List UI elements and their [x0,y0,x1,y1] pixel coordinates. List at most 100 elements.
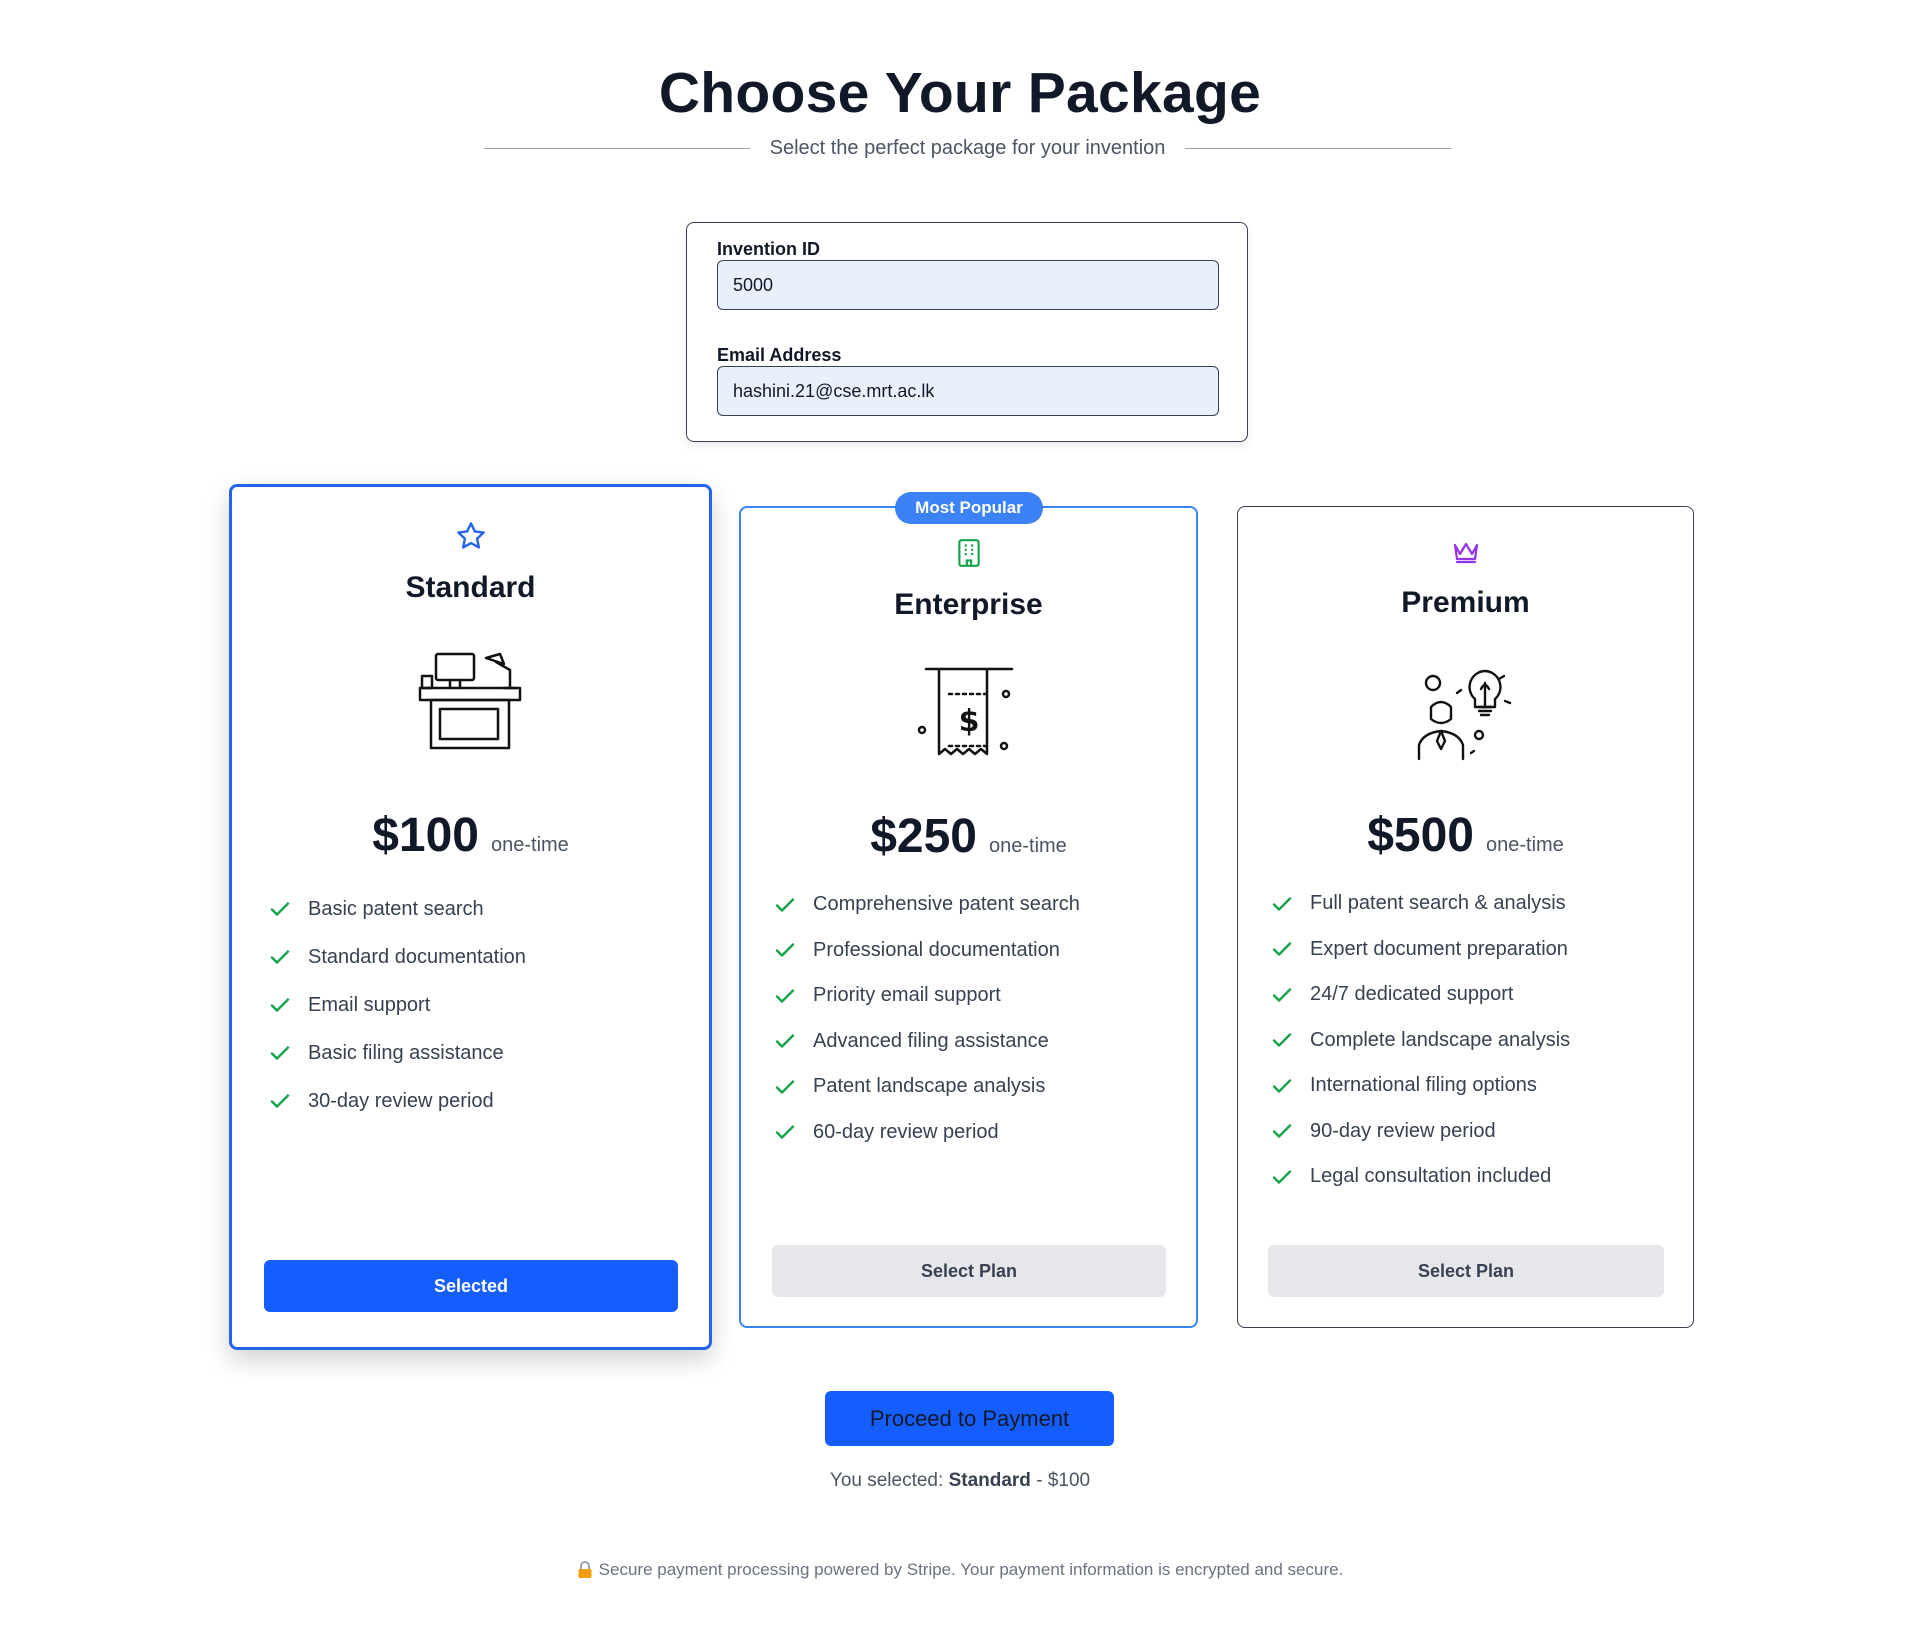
list-item: 24/7 dedicated support [1270,972,1570,1018]
summary-plan: Standard [948,1470,1031,1491]
check-icon [1272,1170,1292,1184]
list-item: Basic patent search [268,885,526,933]
list-item: Full patent search & analysis [1270,881,1570,927]
list-item: International filing options [1270,1063,1570,1109]
most-popular-badge: Most Popular [895,492,1043,524]
check-icon [1272,1079,1292,1093]
feature-text: 60-day review period [813,1120,999,1143]
feature-text: Advanced filing assistance [813,1029,1049,1052]
email-input[interactable] [717,366,1219,416]
select-plan-button[interactable]: Select Plan [772,1245,1166,1297]
plan-name: Enterprise [894,588,1043,621]
list-item: 60-day review period [773,1110,1080,1156]
page-title: Choose Your Package [658,61,1262,125]
plan-name: Premium [1401,586,1530,619]
feature-text: Comprehensive patent search [813,893,1080,916]
secure-note-text: Secure payment processing powered by Str… [598,1560,1344,1579]
select-plan-button[interactable]: Select Plan [1268,1245,1664,1297]
feature-text: 90-day review period [1310,1119,1496,1142]
list-item: 90-day review period [1270,1109,1570,1155]
receipt-illustration: $ [917,667,1013,756]
list-item: Legal consultation included [1270,1154,1570,1200]
check-icon [270,998,290,1012]
feature-text: Priority email support [813,984,1001,1007]
check-icon [775,943,795,957]
feature-text: Email support [308,993,431,1016]
list-item: Priority email support [773,973,1080,1019]
feature-list: Comprehensive patent search Professional… [773,882,1080,1155]
divider-left [484,147,750,149]
check-icon [1272,988,1292,1002]
check-icon [775,898,795,912]
check-icon [270,950,290,964]
lock-icon [578,1561,592,1578]
check-icon [775,1080,795,1094]
price: $100 [372,809,479,862]
secure-note: Secure payment processing powered by Str… [0,1560,1920,1580]
check-icon [775,989,795,1003]
feature-text: 24/7 dedicated support [1310,983,1514,1006]
check-icon [270,1046,290,1060]
feature-text: 30-day review period [308,1089,494,1112]
check-icon [1272,1124,1292,1138]
star-icon [456,522,485,549]
price-period: one-time [1485,834,1564,856]
divider-right [1185,147,1452,149]
proceed-to-payment-button[interactable]: Proceed to Payment [825,1391,1114,1446]
feature-text: Expert document preparation [1310,937,1568,960]
feature-text: Basic patent search [308,897,484,920]
feature-text: Professional documentation [813,938,1060,961]
crown-icon [1453,542,1478,564]
price-period: one-time [988,835,1067,857]
list-item: Professional documentation [773,928,1080,974]
feature-text: Standard documentation [308,945,526,968]
email-label: Email Address [717,345,842,365]
list-item: Email support [268,981,526,1029]
plan-card-standard[interactable]: Standard $100 one-time Basic patent sear… [229,484,712,1350]
check-icon [270,902,290,916]
check-icon [1272,942,1292,956]
invention-id-input[interactable] [717,260,1219,310]
feature-list: Full patent search & analysis Expert doc… [1270,881,1570,1200]
price-row: $250 one-time [741,809,1196,864]
feature-list: Basic patent search Standard documentati… [268,885,526,1125]
feature-text: Complete landscape analysis [1310,1028,1571,1051]
plan-name: Standard [405,571,536,604]
desk-illustration [418,652,521,750]
feature-text: International filing options [1310,1074,1537,1097]
price-period: one-time [490,834,569,856]
check-icon [1272,1033,1292,1047]
selected-button[interactable]: Selected [264,1260,678,1312]
building-icon [957,539,980,567]
feature-text: Legal consultation included [1310,1165,1552,1188]
feature-text: Basic filing assistance [308,1041,504,1064]
details-form: Invention ID Email Address [686,222,1248,442]
price: $500 [1367,809,1474,862]
page-subtitle: Select the perfect package for your inve… [769,136,1166,159]
summary-prefix: You selected: [829,1470,949,1491]
svg-text:$: $ [958,704,979,739]
plan-card-enterprise[interactable]: Most Popular Enterprise $ $250 one-time … [739,492,1198,1328]
invention-id-label: Invention ID [717,239,820,259]
innovator-illustration [1417,669,1511,761]
list-item: Basic filing assistance [268,1029,526,1077]
price: $250 [870,810,977,863]
price-row: $500 one-time [1238,808,1693,863]
check-icon [775,1034,795,1048]
list-item: 30-day review period [268,1077,526,1125]
list-item: Expert document preparation [1270,927,1570,973]
check-icon [775,1125,795,1139]
summary-separator: - [1030,1470,1048,1491]
feature-text: Full patent search & analysis [1310,892,1566,915]
plan-card-premium[interactable]: Premium $500 one-time Full patent search… [1237,506,1694,1328]
list-item: Patent landscape analysis [773,1064,1080,1110]
price-row: $100 one-time [232,808,709,863]
list-item: Advanced filing assistance [773,1019,1080,1065]
list-item: Complete landscape analysis [1270,1018,1570,1064]
list-item: Comprehensive patent search [773,882,1080,928]
feature-text: Patent landscape analysis [813,1075,1046,1098]
summary-price: $100 [1047,1470,1091,1491]
selection-summary: You selected: Standard - $100 [0,1470,1920,1492]
list-item: Standard documentation [268,933,526,981]
check-icon [270,1094,290,1108]
